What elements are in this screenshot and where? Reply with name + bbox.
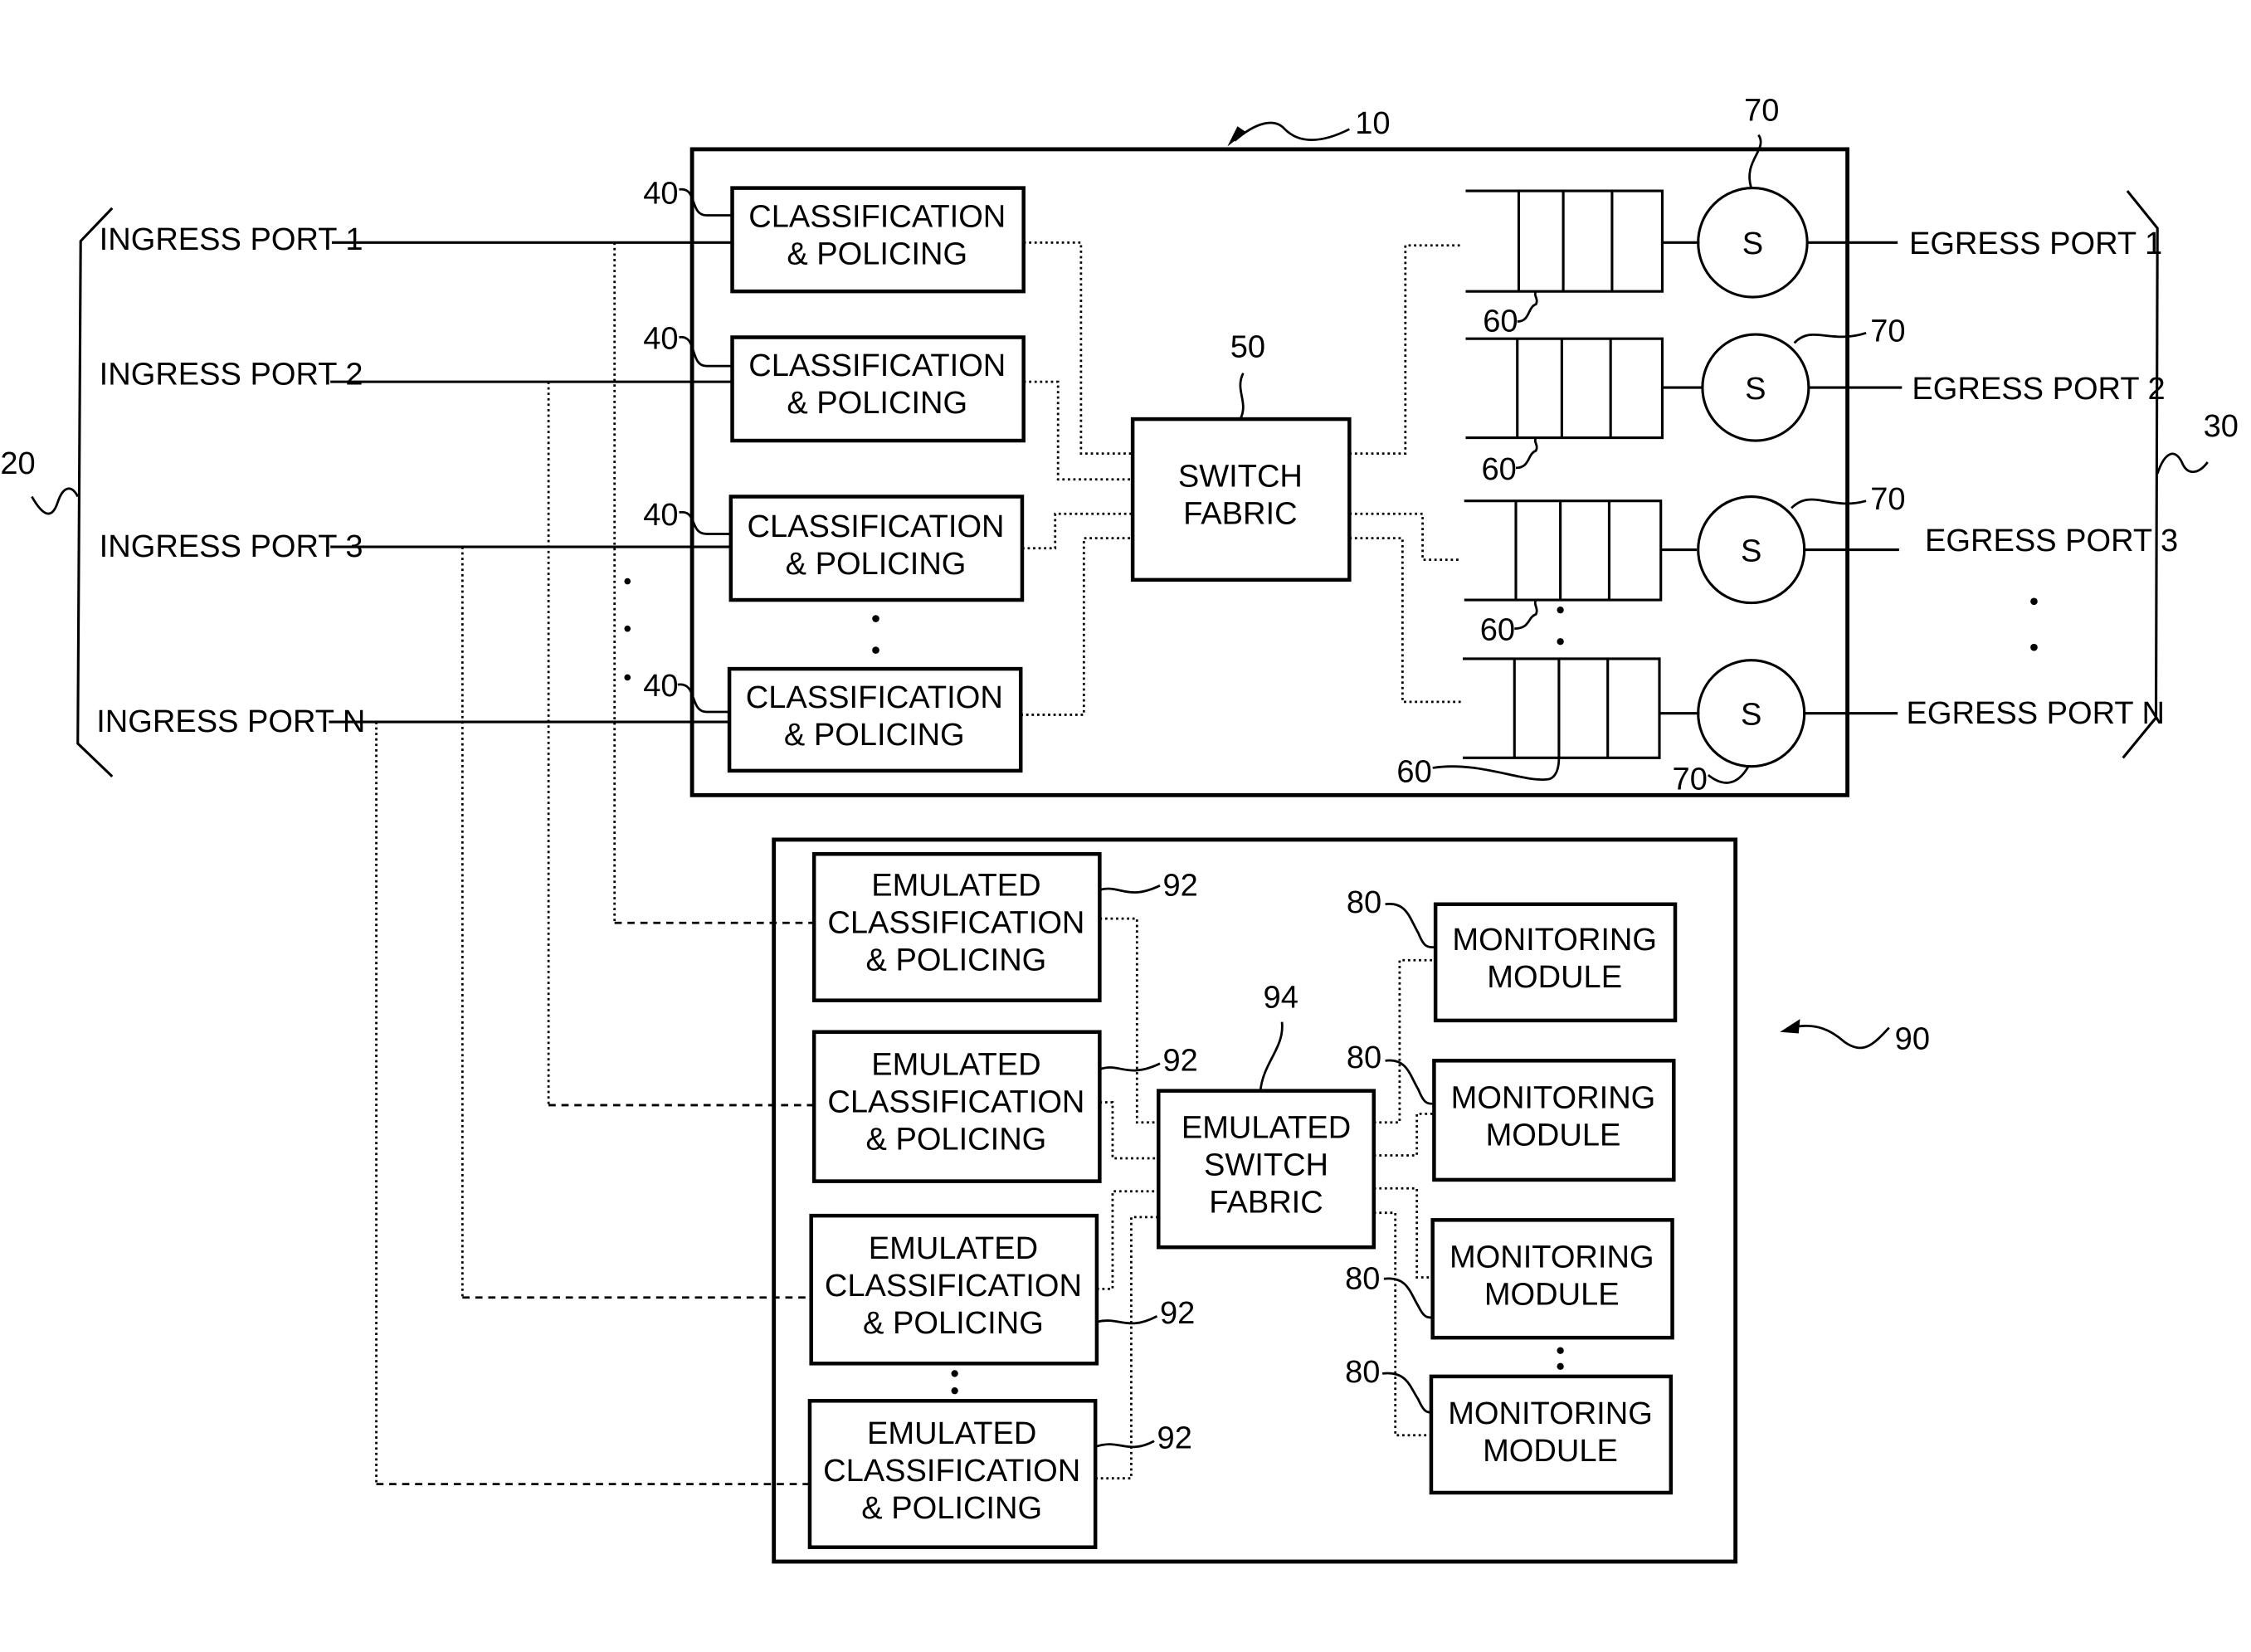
svg-text:MONITORING: MONITORING <box>1451 1080 1656 1115</box>
svg-text:MONITORING: MONITORING <box>1452 923 1657 958</box>
svg-text:MODULE: MODULE <box>1483 1434 1618 1469</box>
monitoring-module-3: MONITORING MODULE 80 <box>1345 1218 1674 1340</box>
egress-port-n-label: EGRESS PORT N <box>1907 696 2166 731</box>
svg-text:80: 80 <box>1345 1261 1380 1296</box>
svg-text:FABRIC: FABRIC <box>1183 496 1297 531</box>
svg-text:SWITCH: SWITCH <box>1178 459 1303 494</box>
svg-text:FABRIC: FABRIC <box>1209 1186 1323 1221</box>
network-device-diagram: 20 INGRESS PORT 1 INGRESS PORT 2 INGRESS… <box>0 93 2239 1564</box>
emulated-classification-block-n: EMULATED CLASSIFICATION & POLICING 92 <box>807 1399 1192 1549</box>
svg-text:40: 40 <box>643 177 678 212</box>
svg-text:92: 92 <box>1160 1296 1195 1331</box>
svg-text:CLASSIFICATION: CLASSIFICATION <box>825 1269 1082 1304</box>
svg-text:CLASSIFICATION: CLASSIFICATION <box>827 905 1084 940</box>
svg-text:50: 50 <box>1230 330 1265 365</box>
ellipsis-dot <box>872 615 879 622</box>
monitoring-module-n: MONITORING MODULE 80 <box>1345 1355 1674 1495</box>
svg-text:CLASSIFICATION: CLASSIFICATION <box>823 1454 1080 1489</box>
emulated-switch-fabric: EMULATED SWITCH FABRIC 94 <box>1157 980 1376 1250</box>
ingress-port-n-label: INGRESS PORT N <box>96 704 365 739</box>
svg-text:EMULATED: EMULATED <box>867 1416 1036 1451</box>
device-ref-arrow <box>1234 121 1350 142</box>
svg-text:& POLICING: & POLICING <box>786 547 967 582</box>
svg-text:& POLICING: & POLICING <box>861 1491 1042 1526</box>
ingress-port-3-label: INGRESS PORT 3 <box>100 529 363 564</box>
monitoring-module-1: MONITORING MODULE 80 <box>1347 885 1678 1023</box>
egress-bracket: 30 <box>2122 190 2239 759</box>
svg-text:92: 92 <box>1162 868 1197 903</box>
switch-fabric: SWITCH FABRIC 50 <box>1130 330 1352 582</box>
svg-text:92: 92 <box>1157 1421 1192 1455</box>
svg-text:CLASSIFICATION: CLASSIFICATION <box>747 509 1004 544</box>
ellipsis-dot <box>872 646 879 654</box>
svg-text:MODULE: MODULE <box>1484 1277 1620 1312</box>
emulator-ref: 90 <box>1895 1021 1930 1056</box>
classification-block-1: CLASSIFICATION & POLICING 40 <box>643 177 1026 294</box>
svg-text:MONITORING: MONITORING <box>1450 1240 1654 1274</box>
svg-text:70: 70 <box>1673 762 1708 797</box>
egress-port-1-label: EGRESS PORT 1 <box>1909 227 2162 261</box>
svg-text:92: 92 <box>1162 1043 1197 1078</box>
monitoring-module-2: MONITORING MODULE 80 <box>1347 1040 1676 1182</box>
emulated-classification-block-3: EMULATED CLASSIFICATION & POLICING 92 <box>809 1213 1195 1366</box>
svg-text:& POLICING: & POLICING <box>787 236 967 271</box>
svg-text:80: 80 <box>1347 885 1381 920</box>
svg-text:40: 40 <box>643 498 678 533</box>
svg-text:94: 94 <box>1264 980 1298 1015</box>
svg-text:CLASSIFICATION: CLASSIFICATION <box>746 680 1003 715</box>
svg-text:EMULATED: EMULATED <box>1182 1111 1351 1146</box>
svg-text:& POLICING: & POLICING <box>787 386 967 421</box>
svg-text:60: 60 <box>1480 612 1515 647</box>
svg-text:MONITORING: MONITORING <box>1448 1396 1653 1431</box>
svg-text:70: 70 <box>1870 314 1905 349</box>
svg-text:80: 80 <box>1345 1355 1380 1390</box>
queue-2: 60 <box>1465 337 1664 487</box>
svg-text:40: 40 <box>643 669 678 704</box>
svg-text:SWITCH: SWITCH <box>1204 1148 1328 1183</box>
device-ref: 10 <box>1355 106 1390 141</box>
egress-group-ref: 30 <box>2204 409 2239 444</box>
scheduler-n: S 70 <box>1659 659 1898 797</box>
queue-3: 60 <box>1464 499 1663 647</box>
svg-text:60: 60 <box>1483 305 1518 339</box>
ingress-bracket: 20 <box>0 207 114 777</box>
svg-text:CLASSIFICATION: CLASSIFICATION <box>748 348 1006 383</box>
scheduler-3: S 70 <box>1660 482 1906 605</box>
svg-text:& POLICING: & POLICING <box>865 943 1046 977</box>
svg-text:& POLICING: & POLICING <box>863 1306 1044 1341</box>
scheduler-2: S 70 <box>1662 314 1906 442</box>
emulated-classification-block-2: EMULATED CLASSIFICATION & POLICING 92 <box>811 1030 1198 1183</box>
svg-text:MODULE: MODULE <box>1487 960 1622 995</box>
emulated-classification-block-1: EMULATED CLASSIFICATION & POLICING 92 <box>811 851 1198 1002</box>
egress-port-3-label: EGRESS PORT 3 <box>1925 524 2178 558</box>
svg-text:70: 70 <box>1870 482 1905 517</box>
svg-text:& POLICING: & POLICING <box>784 718 965 753</box>
svg-text:40: 40 <box>643 321 678 356</box>
svg-text:S: S <box>1741 534 1761 568</box>
svg-text:EMULATED: EMULATED <box>869 1231 1038 1266</box>
svg-text:S: S <box>1745 372 1766 407</box>
classification-block-n: CLASSIFICATION & POLICING 40 <box>643 666 1023 773</box>
classification-block-3: CLASSIFICATION & POLICING 40 <box>643 495 1025 602</box>
egress-port-2-label: EGRESS PORT 2 <box>1912 372 2165 407</box>
ingress-port-2-label: INGRESS PORT 2 <box>100 358 363 392</box>
svg-text:EMULATED: EMULATED <box>871 868 1040 903</box>
svg-text:& POLICING: & POLICING <box>865 1123 1046 1157</box>
svg-text:80: 80 <box>1347 1040 1381 1075</box>
svg-text:60: 60 <box>1396 755 1431 790</box>
ingress-group-ref: 20 <box>0 446 35 481</box>
svg-text:MODULE: MODULE <box>1486 1118 1621 1153</box>
scheduler-1: S 70 <box>1662 93 1898 299</box>
svg-text:S: S <box>1742 227 1763 261</box>
queue-n: 60 <box>1396 657 1661 790</box>
svg-text:S: S <box>1741 698 1761 733</box>
svg-text:60: 60 <box>1481 452 1516 487</box>
svg-text:70: 70 <box>1744 93 1779 128</box>
svg-text:EMULATED: EMULATED <box>871 1048 1040 1083</box>
queue-1: 60 <box>1465 189 1664 339</box>
svg-text:CLASSIFICATION: CLASSIFICATION <box>748 199 1006 234</box>
svg-text:CLASSIFICATION: CLASSIFICATION <box>827 1085 1084 1120</box>
ingress-port-1-label: INGRESS PORT 1 <box>100 222 363 257</box>
